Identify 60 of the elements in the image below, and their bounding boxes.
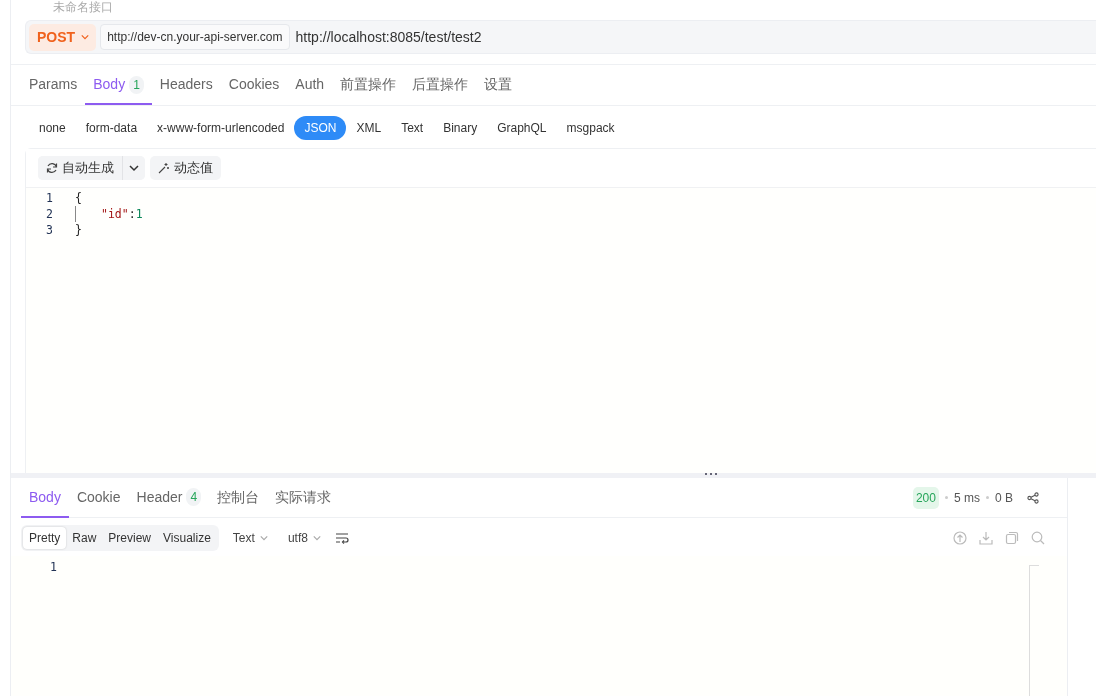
tab[interactable]: 后置操作 [404,65,477,105]
body-type-option[interactable]: Text [391,116,434,140]
tab[interactable]: 实际请求 [267,477,340,518]
code-line: "id":1 [53,205,143,222]
view-mode-option[interactable]: Raw [66,527,103,549]
body-type-option[interactable]: Binary [433,116,488,140]
body-type-option[interactable]: msgpack [556,116,625,140]
view-mode-option[interactable]: Preview [102,527,158,549]
chevron-down-icon [129,162,139,173]
download-icon[interactable] [979,531,993,545]
line-number: 2 [45,205,53,222]
count-badge: 4 [186,488,202,506]
search-icon[interactable] [1031,531,1045,545]
response-size: 0 B [995,489,1013,507]
tab[interactable]: Body [21,477,69,518]
view-mode-option[interactable]: Visualize [157,527,217,549]
tab[interactable]: Header 4 [128,477,210,518]
code-line: } [74,221,82,238]
chevron-down-icon [312,534,321,542]
tab[interactable]: Cookies [220,65,288,105]
tab[interactable]: 控制台 [209,477,268,518]
tab[interactable]: 前置操作 [332,65,405,105]
body-type-option[interactable]: form-data [75,116,148,140]
dynamic-value-button[interactable]: 动态值 [150,156,221,180]
chevron-down-icon [259,534,268,542]
url-bar[interactable]: POST http://dev-cn.your-api-server.com http://localhost:8085/test/test2 [25,20,1096,54]
response-time: 5 ms [953,489,980,507]
chevron-down-icon [81,33,90,41]
line-number: 1 [45,189,53,206]
refresh-icon [46,161,58,174]
share-icon[interactable] [1027,491,1039,504]
body-type-option[interactable]: none [29,116,76,140]
view-mode-option[interactable]: Pretty [23,527,67,549]
scrollbar[interactable] [1029,565,1039,696]
tab[interactable]: Params [21,65,86,105]
wrap-lines-icon[interactable] [334,532,349,544]
base-url-select[interactable]: http://dev-cn.your-api-server.com [100,24,290,50]
separator-dot [944,496,948,499]
line-number: 3 [45,221,53,238]
status-code: 200 [912,486,939,509]
line-number: 1 [49,559,57,576]
separator-dot [986,496,989,499]
body-type-option[interactable]: XML [346,116,392,140]
tab[interactable]: 设置 [476,65,521,105]
tab[interactable]: Cookie [68,477,129,518]
tab[interactable]: Headers [151,65,221,105]
interface-title: 未命名接口 [52,0,114,16]
format-select[interactable]: Text [226,527,274,549]
body-type-option[interactable]: GraphQL [487,116,557,140]
body-type-option[interactable]: x-www-form-urlencoded [147,116,295,140]
count-badge: 1 [129,75,144,94]
copy-icon[interactable] [1005,531,1019,545]
code-line: { [74,189,82,206]
tab[interactable]: Auth [287,65,333,105]
encoding-select[interactable]: utf8 [281,527,327,549]
upload-icon[interactable] [953,531,967,545]
url-input[interactable]: http://localhost:8085/test/test2 [293,25,1093,49]
tab[interactable]: Body 1 [85,65,152,105]
drag-handle-icon[interactable] [705,472,717,477]
magic-wand-icon [158,161,170,174]
